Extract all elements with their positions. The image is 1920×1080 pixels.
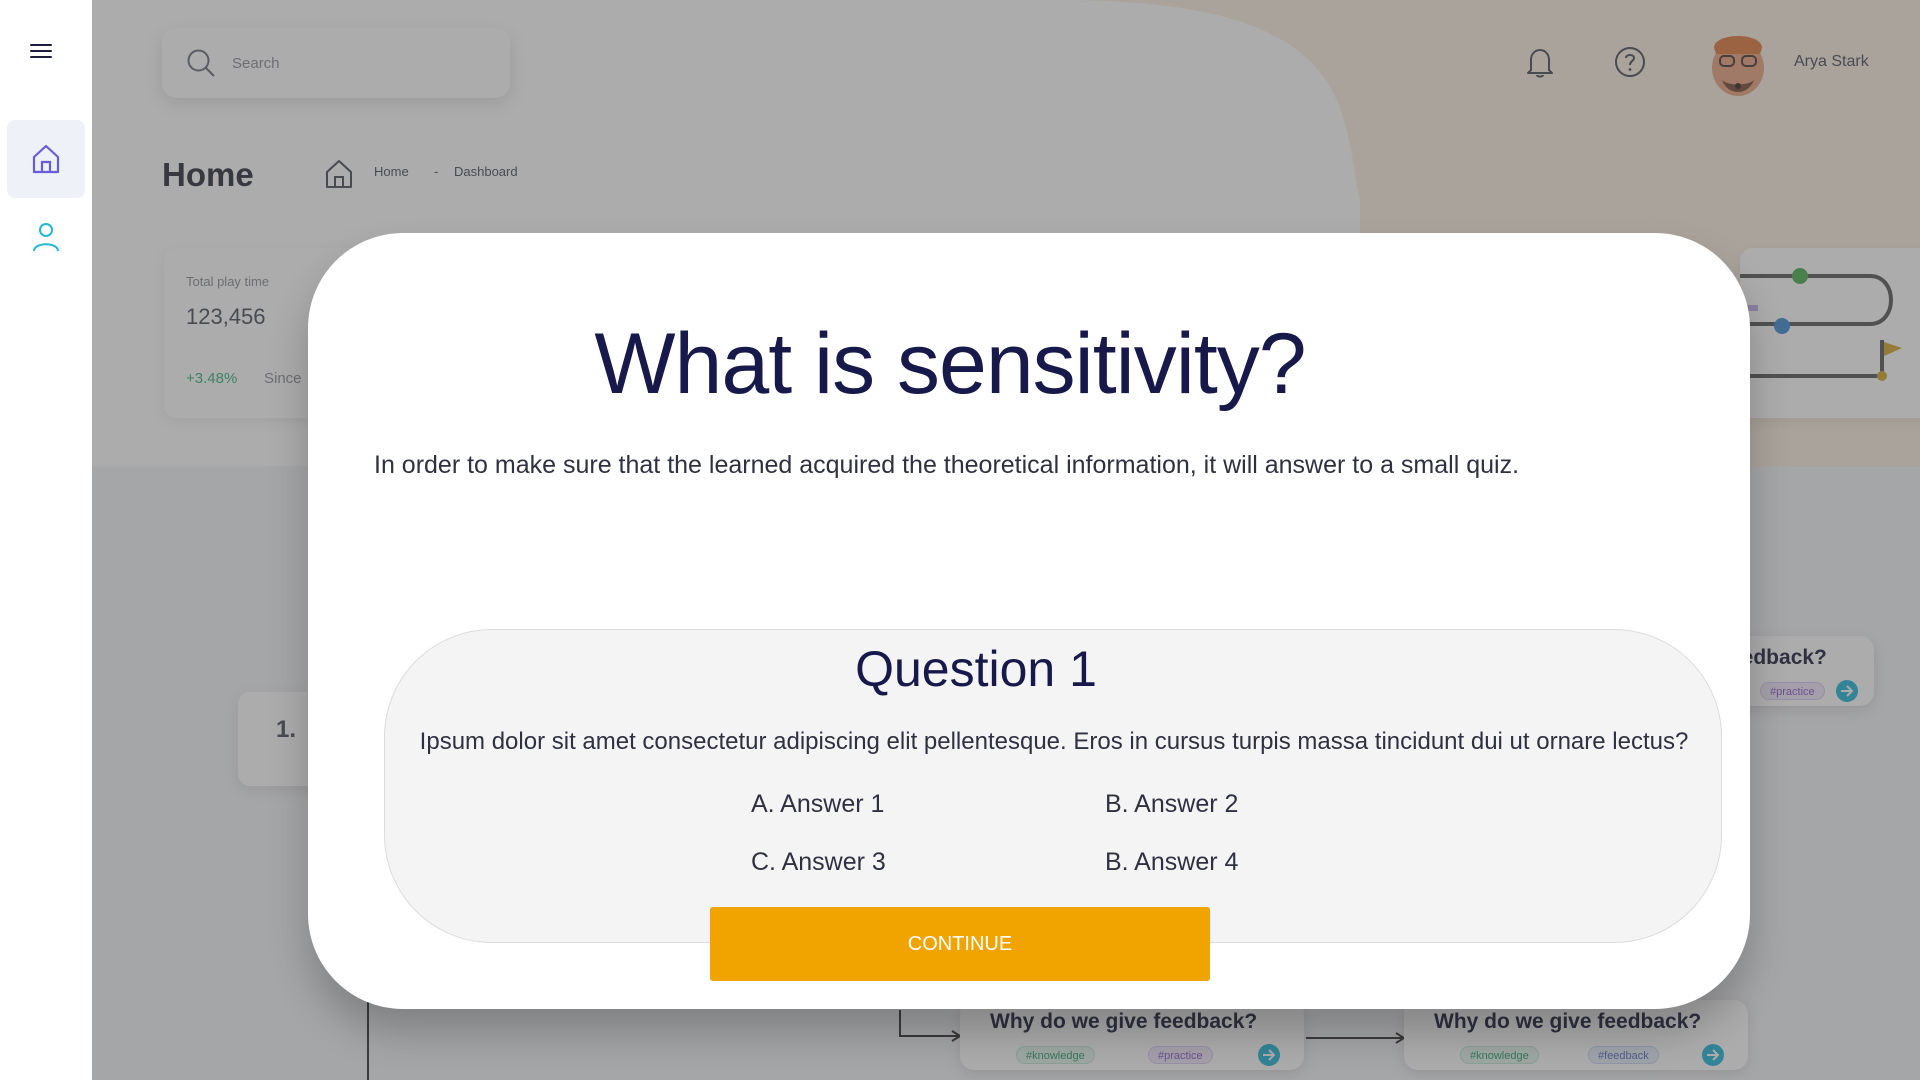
user-icon [33, 223, 59, 252]
answer-option-a[interactable]: A. Answer 1 [751, 790, 884, 819]
continue-button[interactable]: CONTINUE [710, 907, 1210, 981]
menu-icon[interactable] [30, 44, 52, 58]
question-panel: Question 1 Ipsum dolor sit amet consecte… [384, 629, 1722, 943]
modal-title: What is sensitivity? [594, 316, 1306, 412]
answer-option-d[interactable]: B. Answer 4 [1105, 848, 1238, 877]
quiz-modal: What is sensitivity? In order to make su… [308, 233, 1750, 1009]
answer-option-b[interactable]: B. Answer 2 [1105, 790, 1238, 819]
answer-option-c[interactable]: C. Answer 3 [751, 848, 886, 877]
home-icon [32, 144, 60, 174]
question-text: Ipsum dolor sit amet consectetur adipisc… [419, 728, 1689, 755]
modal-description: In order to make sure that the learned a… [374, 451, 1520, 479]
sidebar [0, 0, 92, 1080]
question-title: Question 1 [855, 641, 1097, 697]
sidebar-item-profile[interactable] [7, 200, 85, 274]
sidebar-item-home[interactable] [7, 120, 85, 198]
